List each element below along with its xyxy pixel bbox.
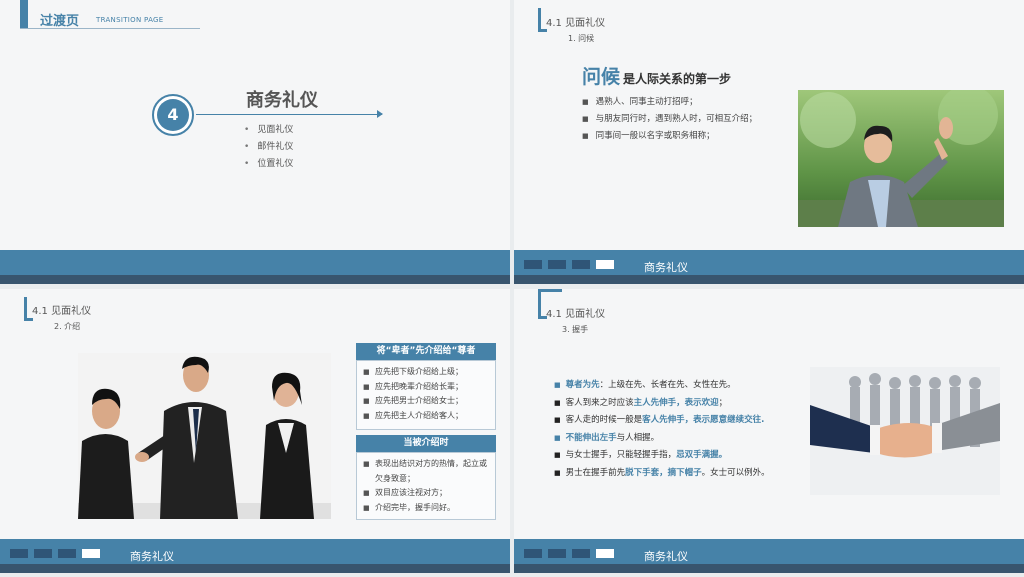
footer-box [572, 549, 590, 558]
footer-dark-strip [514, 275, 1024, 284]
list-item: ■ 客人到来之时应该主人先伸手，表示欢迎； [554, 397, 728, 408]
footer-indicator [10, 549, 100, 558]
title-underline [20, 28, 200, 29]
slide-introduction[interactable]: 4.1 见面礼仪 2. 介绍 将“卑者”先介绍给“尊者 应先把下 [0, 289, 510, 573]
list-item: ■ 与女士握手，只能轻握手指，忌双手满握。 [554, 450, 728, 460]
list-item: 遇熟人、同事主动打招呼； [582, 94, 757, 111]
handshake-rules: ■ 尊者为先：上级在先、长者在先、女性在先。 ■ 客人到来之时应该主人先伸手，表示欢… [554, 377, 770, 482]
arrow-line [196, 114, 382, 115]
list-item: 双目应该注视对方； [363, 486, 489, 501]
list-item: ■ 不能伸出左手与人相握。 [554, 432, 660, 443]
rule-box: 应先把下级介绍给上级； 应先把晚辈介绍给长辈； 应先把男士介绍给女士； 应先把主… [356, 360, 496, 430]
waving-man-photo [798, 90, 1004, 227]
list-item: 应先把晚辈介绍给长辈； [363, 380, 489, 395]
highlight-text: 客人先伸手，表示愿意继续交往. [642, 415, 765, 425]
footer-box [58, 549, 76, 558]
slide-title: 过渡页 [40, 14, 80, 29]
rule-box-title: 将“卑者”先介绍给“尊者 [356, 343, 496, 360]
list-item: 见面礼仪 [244, 122, 293, 139]
footer-box [548, 549, 566, 558]
topic-list: 见面礼仪 邮件礼仪 位置礼仪 [244, 122, 293, 173]
highlight-text: 尊者为先 [565, 380, 600, 390]
slide-subtitle: TRANSITION PAGE [96, 16, 164, 24]
list-item: 邮件礼仪 [244, 139, 293, 156]
rule-text: 与人相握。 [616, 432, 660, 443]
list-item: ■ 男士在握手前先脱下手套，摘下帽子。女士可以例外。 [554, 467, 770, 478]
slide-footer [0, 250, 510, 284]
list-item: 应先把下级介绍给上级； [363, 365, 489, 380]
highlight-text: 脱下手套，摘下帽子 [625, 467, 702, 478]
rule-text: 客人走的时候一般是 [565, 415, 643, 425]
rule-text: 与女士握手，只能轻握手指， [565, 450, 677, 460]
list-item: 位置礼仪 [244, 156, 293, 173]
highlight-text: 主人先伸手，表示欢迎 [633, 397, 719, 408]
headline-text: 是人际关系的第一步 [623, 72, 732, 86]
footer-box [524, 260, 542, 269]
slide-transition[interactable]: 过渡页 TRANSITION PAGE 4 商务礼仪 见面礼仪 邮件礼仪 位置礼… [0, 0, 510, 284]
footer-box [548, 260, 566, 269]
list-item: 同事间一般以名字或职务相称； [582, 128, 757, 145]
rule-text: 。女士可以例外。 [701, 467, 770, 478]
arrow-head-icon [377, 110, 383, 118]
list-item: 应先把主人介绍给客人； [363, 409, 489, 424]
greeting-bullets: 遇熟人、同事主动打招呼； 与朋友同行时，遇到熟人时，可相互介绍； 同事间一般以名… [582, 94, 758, 145]
list-item: 与朋友同行时，遇到熟人时，可相互介绍； [582, 111, 758, 128]
footer-box [10, 549, 28, 558]
bracket-top [538, 289, 562, 292]
rule-text: 客人到来之时应该 [565, 397, 634, 408]
business-people-photo [78, 353, 331, 519]
footer-label: 商务礼仪 [644, 550, 688, 563]
subsection-label: 3. 握手 [562, 325, 589, 334]
rule-text: ：上级在先、长者在先、女性在先。 [599, 380, 736, 390]
footer-label: 商务礼仪 [644, 261, 688, 274]
subsection-label: 1. 问候 [568, 34, 595, 43]
list-item: ■ 尊者为先：上级在先、长者在先、女性在先。 [554, 380, 736, 390]
section-label: 4.1 见面礼仪 [32, 306, 92, 317]
footer-label: 商务礼仪 [130, 550, 174, 563]
footer-box [34, 549, 52, 558]
footer-box-active [596, 549, 614, 558]
introduced-box-title: 当被介绍时 [356, 435, 496, 452]
section-number: 4 [157, 99, 189, 131]
rule-text: 男士在握手前先 [565, 467, 626, 478]
section-heading: 商务礼仪 [246, 90, 318, 111]
slide-footer: 商务礼仪 [514, 250, 1024, 284]
footer-indicator [524, 549, 614, 558]
slide-greeting[interactable]: 4.1 见面礼仪 1. 问候 问候 是人际关系的第一步 遇熟人、同事主动打招呼；… [514, 0, 1024, 284]
footer-box [572, 260, 590, 269]
footer-box [524, 549, 542, 558]
introduced-box: 表现出结识对方的热情，起立或欠身致意； 双目应该注视对方； 介绍完毕，握手问好。 [356, 452, 496, 520]
list-item: 表现出结识对方的热情，起立或欠身致意； [363, 457, 489, 486]
slide-footer: 商务礼仪 [0, 539, 510, 573]
list-item: 应先把男士介绍给女士； [363, 394, 489, 409]
footer-dark-strip [514, 564, 1024, 573]
handshake-photo [810, 367, 1000, 495]
subsection-label: 2. 介绍 [54, 322, 81, 331]
section-label: 4.1 见面礼仪 [546, 309, 606, 320]
section-label: 4.1 见面礼仪 [546, 18, 606, 29]
footer-indicator [524, 260, 614, 269]
rule-text: ； [718, 397, 728, 408]
list-item: ■ 客人走的时候一般是客人先伸手，表示愿意继续交往. [554, 415, 765, 425]
footer-box-active [82, 549, 100, 558]
title-accent-bar [20, 0, 28, 28]
footer-dark-strip [0, 564, 510, 573]
footer-dark-strip [0, 275, 510, 284]
footer-box-active [596, 260, 614, 269]
list-item: 介绍完毕，握手问好。 [363, 501, 489, 516]
highlight-text: 不能伸出左手 [565, 432, 617, 443]
slide-footer: 商务礼仪 [514, 539, 1024, 573]
headline-keyword: 问候 [582, 66, 621, 88]
highlight-text: 忌双手满握。 [676, 450, 728, 460]
slide-handshake[interactable]: 4.1 见面礼仪 3. 握手 ■ 尊者为先：上级在先、长者在先、女性在先。 ■ 客人… [514, 289, 1024, 573]
